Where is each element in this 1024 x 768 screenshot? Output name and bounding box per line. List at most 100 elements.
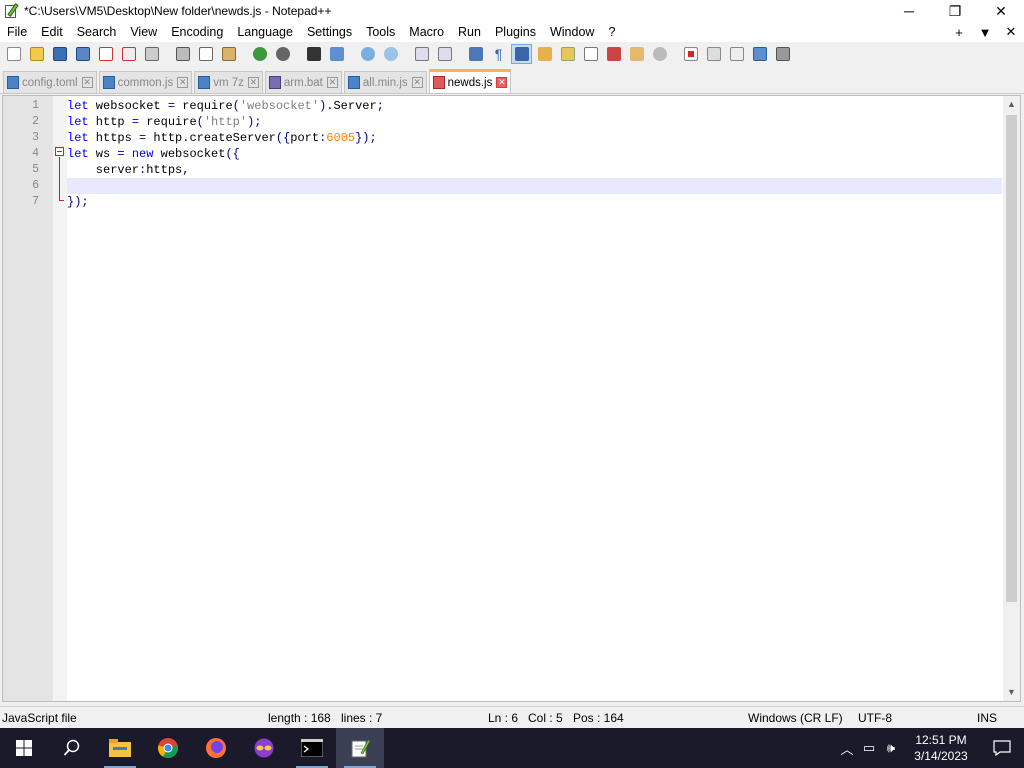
tab-close-icon[interactable]: ✕ (326, 77, 338, 88)
tab-close-icon[interactable]: ✕ (247, 77, 259, 88)
close-button[interactable]: ✕ (978, 0, 1024, 22)
taskbar-notepadpp[interactable] (336, 728, 384, 768)
play-macro-icon[interactable] (726, 44, 747, 64)
toolbar-separator (164, 44, 170, 64)
menu-view[interactable]: View (123, 22, 164, 42)
paste-icon[interactable] (218, 44, 239, 64)
show-hidden-icons-chevron-icon[interactable]: ︿ (836, 739, 858, 758)
menu-plugins[interactable]: Plugins (488, 22, 543, 42)
indent-guide-icon[interactable] (511, 44, 532, 64)
tab-close-icon[interactable]: ✕ (411, 77, 423, 88)
taskbar-chrome[interactable] (144, 728, 192, 768)
taskbar-firefox[interactable] (192, 728, 240, 768)
close-file-icon[interactable] (95, 44, 116, 64)
tab-label: vm 7z (213, 76, 244, 89)
tab-arm-bat[interactable]: arm.bat ✕ (264, 71, 342, 93)
menu-file[interactable]: File (0, 22, 34, 42)
code-area[interactable]: let websocket = require('websocket').Ser… (67, 96, 1002, 701)
status-pos: Pos : 164 (573, 711, 624, 725)
taskbar-mask-app[interactable] (240, 728, 288, 768)
status-eol[interactable]: Windows (CR LF) (748, 711, 843, 725)
stop-macro-icon[interactable] (703, 44, 724, 64)
tab-vm-7z[interactable]: vm 7z ✕ (194, 71, 263, 93)
tab-list-dropdown[interactable]: ▼ (972, 25, 998, 40)
show-all-chars-icon[interactable]: ¶ (488, 44, 509, 64)
folder-icon[interactable] (626, 44, 647, 64)
taskbar-terminal[interactable] (288, 728, 336, 768)
close-doc-button[interactable]: ✕ (998, 24, 1024, 40)
folder-workspace-icon[interactable] (603, 44, 624, 64)
copy-icon[interactable] (195, 44, 216, 64)
menu-macro[interactable]: Macro (402, 22, 451, 42)
notepadpp-icon (4, 3, 20, 19)
word-wrap-icon[interactable] (465, 44, 486, 64)
start-button[interactable] (0, 728, 48, 768)
undo-icon[interactable] (249, 44, 270, 64)
windows-logo-icon (16, 740, 32, 756)
taskbar-file-explorer[interactable] (96, 728, 144, 768)
tab-common-js[interactable]: common.js ✕ (98, 71, 193, 93)
run-macro-multiple-icon[interactable] (749, 44, 770, 64)
record-macro-icon[interactable] (680, 44, 701, 64)
sync-vertical-icon[interactable] (411, 44, 432, 64)
redo-icon[interactable] (272, 44, 293, 64)
new-tab-button[interactable]: + (946, 25, 972, 40)
scroll-up-icon[interactable]: ▲ (1003, 96, 1020, 113)
code-editor[interactable]: 1 2 3 4 5 6 7 let websocket = require('w… (2, 95, 1021, 702)
doc-map-icon[interactable] (557, 44, 578, 64)
menu-encoding[interactable]: Encoding (164, 22, 230, 42)
find-icon[interactable] (303, 44, 324, 64)
replace-icon[interactable] (326, 44, 347, 64)
monitoring-icon[interactable] (649, 44, 670, 64)
menu-tools[interactable]: Tools (359, 22, 402, 42)
fold-end-marker (59, 200, 64, 201)
open-file-icon[interactable] (26, 44, 47, 64)
tab-close-icon[interactable]: ✕ (177, 77, 189, 88)
clock[interactable]: 12:51 PM 3/14/2023 (902, 732, 980, 764)
fold-collapse-icon[interactable] (55, 147, 64, 156)
zoom-in-icon[interactable] (357, 44, 378, 64)
menu-language[interactable]: Language (230, 22, 300, 42)
menu-run[interactable]: Run (451, 22, 488, 42)
code-line-4: let ws = new websocket({ (67, 147, 240, 161)
save-macro-icon[interactable] (772, 44, 793, 64)
toolbar: ¶ (0, 42, 1024, 66)
minimize-button[interactable]: ─ (886, 0, 932, 22)
print-icon[interactable] (141, 44, 162, 64)
save-all-icon[interactable] (72, 44, 93, 64)
menu-window[interactable]: Window (543, 22, 601, 42)
zoom-out-icon[interactable] (380, 44, 401, 64)
sync-horizontal-icon[interactable] (434, 44, 455, 64)
system-tray: ︿ ▭ 🕪 12:51 PM 3/14/2023 (836, 728, 1024, 768)
tab-close-icon[interactable]: ✕ (496, 77, 508, 88)
tab-label: config.toml (22, 76, 78, 89)
mask-app-icon (254, 738, 274, 758)
restore-button[interactable]: ❐ (932, 0, 978, 22)
menu-edit[interactable]: Edit (34, 22, 70, 42)
scroll-thumb[interactable] (1006, 115, 1017, 602)
vertical-scrollbar[interactable]: ▲ ▼ (1003, 96, 1020, 701)
scroll-down-icon[interactable]: ▼ (1003, 684, 1020, 701)
menu-search[interactable]: Search (70, 22, 124, 42)
new-file-icon[interactable] (3, 44, 24, 64)
notification-icon (993, 740, 1011, 756)
user-lang-icon[interactable] (534, 44, 555, 64)
network-icon[interactable]: ▭ (858, 740, 880, 756)
tab-close-icon[interactable]: ✕ (81, 77, 93, 88)
cut-icon[interactable] (172, 44, 193, 64)
volume-icon[interactable]: 🕪 (880, 740, 902, 756)
status-col: Col : 5 (528, 711, 563, 725)
notification-button[interactable] (980, 740, 1024, 756)
search-button[interactable] (48, 728, 96, 768)
close-all-icon[interactable] (118, 44, 139, 64)
line-number: 7 (32, 195, 39, 208)
menu-settings[interactable]: Settings (300, 22, 359, 42)
status-encoding[interactable]: UTF-8 (858, 711, 892, 725)
save-icon[interactable] (49, 44, 70, 64)
tab-all-min-js[interactable]: all.min.js ✕ (343, 71, 427, 93)
function-list-icon[interactable] (580, 44, 601, 64)
line-number: 3 (32, 131, 39, 144)
menu-help[interactable]: ? (601, 22, 622, 42)
tab-newds-js[interactable]: newds.js ✕ (428, 69, 512, 93)
tab-config-toml[interactable]: config.toml ✕ (3, 71, 97, 93)
